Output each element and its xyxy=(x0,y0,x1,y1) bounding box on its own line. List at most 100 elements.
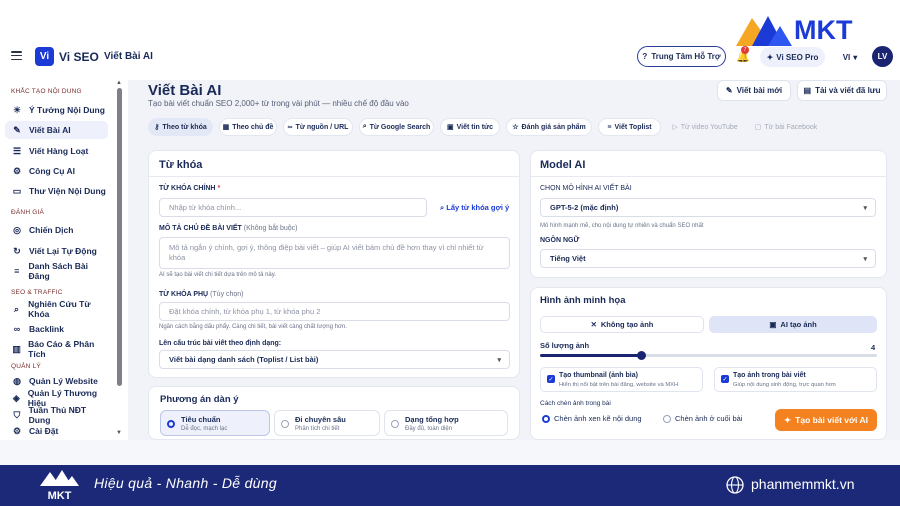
saved-articles-button[interactable]: ▤ Tải và viết đã lưu xyxy=(797,80,887,101)
tab-label: Từ Google Search xyxy=(369,123,431,131)
tab-news[interactable]: ▣ Viết tin tức xyxy=(440,118,500,136)
mkt-footer-logo: MKT xyxy=(40,470,79,502)
user-avatar[interactable]: LV xyxy=(872,46,893,67)
new-article-button[interactable]: ✎ Viết bài mới xyxy=(717,80,791,101)
sidebar-item-ai-writer[interactable]: ✎ Viết Bài AI xyxy=(5,121,108,139)
thumbnail-option[interactable]: ✓ Tạo thumbnail (ảnh bìa) Hiển thị nổi bật… xyxy=(540,367,703,392)
sidebar-item-label: Cài Đặt xyxy=(29,426,59,436)
option-subtitle: Dễ đọc, mạch lạc xyxy=(181,426,228,432)
sidebar-item-label: Viết Bài AI xyxy=(29,125,71,135)
checkbox-checked-icon[interactable]: ✓ xyxy=(721,375,729,383)
outline-option-in-depth[interactable]: Đi chuyên sâu Phân tích chi tiết xyxy=(274,410,380,436)
description-textarea[interactable]: Mô tả ngắn ý chính, gợi ý, thông điệp bà… xyxy=(159,237,510,269)
sidebar-item-label: Viết Hàng Loạt xyxy=(29,146,89,156)
tab-from-url[interactable]: ∞ Từ nguồn / URL xyxy=(283,118,353,136)
sidebar-item-content-ideas[interactable]: ☀ Ý Tưởng Nội Dung xyxy=(5,101,108,119)
ai-image-toggle[interactable]: ▣ AI tạo ảnh xyxy=(709,316,877,333)
sidebar-section-title: ĐÁNH GIÁ xyxy=(11,209,45,216)
slider-handle[interactable] xyxy=(637,351,646,360)
tab-label: Theo chủ đề xyxy=(232,123,274,131)
scroll-down-arrow-icon[interactable]: ▼ xyxy=(116,430,122,436)
main-keyword-label-text: TỪ KHÓA CHÍNH xyxy=(159,185,216,192)
sidebar-item-content-library[interactable]: ▭ Thư Viện Nội Dung xyxy=(5,182,108,200)
checkbox-checked-icon[interactable]: ✓ xyxy=(547,375,555,383)
sidebar-item-label: Quản Lý Website xyxy=(29,376,98,386)
page-title: Viết Bài AI xyxy=(148,82,222,99)
sidebar-item-post-list[interactable]: ≡ Danh Sách Bài Đăng xyxy=(5,261,108,281)
mkt-logo: MKT xyxy=(736,15,853,46)
description-hint: AI sẽ tạo bài viết chi tiết dựa trên mô … xyxy=(159,272,276,278)
sparkle-icon: ✦ xyxy=(784,414,792,425)
language-select[interactable]: Tiếng Việt ▾ xyxy=(540,249,876,268)
sidebar-item-auto-rewrite[interactable]: ↻ Viết Lại Tự Động xyxy=(5,242,108,260)
close-icon: ✕ xyxy=(590,320,597,329)
option-title: Đi chuyên sâu xyxy=(295,415,346,424)
model-card-title: Model AI xyxy=(540,159,586,171)
search-icon: ⌕ xyxy=(14,303,20,314)
insert-interleaved-radio[interactable]: Chèn ảnh xen kẽ nội dung xyxy=(542,414,642,423)
model-select[interactable]: GPT-5-2 (mặc định) ▾ xyxy=(540,198,876,217)
inline-image-option[interactable]: ✓ Tạo ảnh trong bài viết Giúp nội dung sin… xyxy=(714,367,877,392)
sidebar-item-label: Báo Cáo & Phân Tích xyxy=(28,339,95,359)
help-circle-icon: ? xyxy=(642,52,648,61)
sidebar-item-label: Thư Viện Nội Dung xyxy=(29,186,106,196)
tab-by-keyword[interactable]: ⚷ Theo từ khóa xyxy=(148,118,213,136)
sidebar-item-label: Công Cụ AI xyxy=(29,166,75,176)
footer-slogan: Hiệu quả - Nhanh - Dễ dùng xyxy=(94,475,277,491)
tab-youtube[interactable]: ▷ Từ video YouTube xyxy=(667,118,743,136)
chart-icon: ▥ xyxy=(12,343,21,354)
scroll-up-arrow-icon[interactable]: ▲ xyxy=(116,80,122,86)
search-icon: ⌕ xyxy=(362,123,367,130)
ai-image-label: AI tạo ảnh xyxy=(780,320,817,329)
pro-plan-button[interactable]: ✦ Vi SEO Pro xyxy=(760,47,825,67)
structure-select[interactable]: Viết bài dạng danh sách (Toplist / List … xyxy=(159,350,510,369)
no-image-label: Không tạo ảnh xyxy=(600,320,654,329)
document-icon: ▤ xyxy=(803,86,812,95)
sidebar-item-settings[interactable]: ⚙ Cài Đặt xyxy=(5,422,108,440)
language-selector[interactable]: VI ▾ xyxy=(834,47,866,67)
tab-label: Theo từ khóa xyxy=(162,123,207,131)
sidebar-item-label: Viết Lại Tự Động xyxy=(29,246,97,256)
sidebar-item-reports[interactable]: ▥ Báo Cáo & Phân Tích xyxy=(5,339,108,359)
generate-article-button[interactable]: ✦ Tạo bài viết với AI xyxy=(775,409,877,431)
sidebar-item-backlink[interactable]: ∞ Backlink xyxy=(5,320,108,338)
tab-google-search[interactable]: ⌕ Từ Google Search xyxy=(359,118,434,136)
tab-label: Từ nguồn / URL xyxy=(295,123,349,131)
suggest-keyword-link[interactable]: ⌕ Lấy từ khóa gợi ý xyxy=(440,203,509,213)
sidebar-item-campaigns[interactable]: ◎ Chiến Dịch xyxy=(5,221,108,239)
image-card-title: Hình ảnh minh họa xyxy=(540,295,626,306)
sidebar-item-ai-tools[interactable]: ⚙ Công Cụ AI xyxy=(5,162,108,180)
app-name: Vi SEO xyxy=(59,50,99,64)
sidebar-scrollbar[interactable] xyxy=(117,88,122,386)
insert-end-radio[interactable]: Chèn ảnh ở cuối bài xyxy=(663,414,742,423)
no-image-toggle[interactable]: ✕ Không tạo ảnh xyxy=(540,316,704,333)
image-count-value: 4 xyxy=(871,343,876,352)
breadcrumb: Viết Bài AI xyxy=(104,51,153,62)
layers-icon: ☰ xyxy=(12,145,22,156)
star-icon: ☆ xyxy=(512,124,519,131)
sidebar-item-keyword-research[interactable]: ⌕ Nghiên Cứu Từ Khóa xyxy=(5,299,108,319)
main-keyword-input[interactable]: Nhập từ khóa chính... xyxy=(159,198,427,217)
hamburger-menu-icon[interactable] xyxy=(11,51,22,61)
option-subtitle: Phân tích chi tiết xyxy=(295,426,340,432)
outline-option-standard[interactable]: Tiêu chuẩn Dễ đọc, mạch lạc xyxy=(160,410,270,436)
list-icon: ≡ xyxy=(607,123,612,131)
folder-icon: ▭ xyxy=(12,185,22,196)
key-icon: ⚷ xyxy=(154,124,160,131)
footer-logo-text: MKT xyxy=(48,490,72,502)
tab-label: Viết tin tức xyxy=(456,123,494,131)
tab-product-review[interactable]: ☆ Đánh giá sản phẩm xyxy=(506,118,592,136)
radio-selected xyxy=(167,420,175,428)
optional-marker: (Không bắt buộc) xyxy=(243,225,298,232)
support-center-button[interactable]: ? Trung Tâm Hỗ Trợ xyxy=(637,46,726,67)
tab-toplist[interactable]: ≡ Viết Toplist xyxy=(598,118,661,136)
structure-label: Lên cấu trúc bài viết theo định dạng: xyxy=(159,340,282,347)
robot-icon: ⚙ xyxy=(12,165,22,176)
slider-fill xyxy=(540,354,641,357)
secondary-keyword-input[interactable]: Đặt khóa chính, từ khóa phụ 1, từ khóa p… xyxy=(159,302,510,321)
sidebar-item-bulk-writer[interactable]: ☰ Viết Hàng Loạt xyxy=(5,142,108,160)
refresh-icon: ↻ xyxy=(13,245,21,256)
outline-option-comprehensive[interactable]: Dạng tổng hợp Đầy đủ, toàn diện xyxy=(384,410,508,436)
tab-by-topic[interactable]: ▦ Theo chủ đề xyxy=(219,118,277,136)
tab-facebook[interactable]: ▢ Từ bài Facebook xyxy=(749,118,823,136)
